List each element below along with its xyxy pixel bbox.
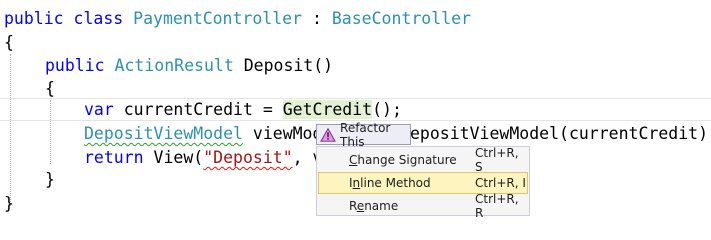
- menu-item-rename[interactable]: Rename Ctrl+R, R: [318, 192, 528, 220]
- constructor-call-partial: epositViewModel(currentCredit);: [410, 124, 711, 143]
- variable-declaration: currentCredit =: [113, 100, 283, 119]
- refactor-this-button[interactable]: Refactor This: [316, 121, 411, 149]
- keyword-public: public: [45, 56, 105, 75]
- code-line-1[interactable]: public class PaymentController : BaseCon…: [4, 7, 711, 30]
- method-call-highlighted[interactable]: GetCredit: [282, 100, 373, 119]
- code-line-4[interactable]: {: [45, 77, 711, 100]
- menu-item-inline-method[interactable]: Inline Method Ctrl+R, I: [318, 172, 528, 194]
- code-line-3[interactable]: public ActionResult Deposit(): [45, 54, 711, 77]
- close-brace: }: [45, 170, 55, 189]
- keyword-public: public: [4, 9, 64, 28]
- menu-item-change-signature[interactable]: Change Signature Ctrl+R, S: [318, 146, 528, 174]
- open-brace: {: [4, 33, 14, 52]
- menu-item-shortcut: Ctrl+R, R: [475, 192, 519, 220]
- keyword-var: var: [84, 100, 114, 119]
- inheritance-separator: :: [302, 9, 332, 28]
- code-line-2[interactable]: {: [4, 31, 711, 54]
- view-call: View(: [143, 148, 204, 167]
- code-line-6-tail: epositViewModel(currentCredit);: [410, 122, 711, 145]
- refactor-this-label: Refactor This: [340, 120, 391, 149]
- view-model-type: DepositViewModel: [84, 124, 243, 143]
- keyword-class: class: [73, 9, 124, 28]
- keyword-return: return: [84, 148, 144, 167]
- indent-guide-inner: [50, 100, 51, 164]
- method-signature: Deposit(): [243, 56, 334, 75]
- menu-item-label: Rename: [349, 199, 399, 213]
- base-class-name: BaseController: [331, 9, 471, 28]
- menu-item-label: Change Signature: [349, 153, 457, 167]
- variable-name-partial: viewMod: [242, 124, 323, 143]
- call-parens: ();: [372, 100, 402, 119]
- class-name: PaymentController: [133, 9, 303, 28]
- code-line-5[interactable]: var currentCredit = GetCredit();: [84, 98, 711, 121]
- menu-item-shortcut: Ctrl+R, I: [475, 176, 526, 190]
- refactor-warning-icon: [320, 127, 336, 142]
- refactor-menu: Change Signature Ctrl+R, S Inline Method…: [316, 146, 530, 220]
- string-literal: "Deposit": [203, 148, 293, 167]
- close-brace: }: [4, 194, 14, 213]
- return-type: ActionResult: [114, 56, 234, 75]
- indent-guide-outer: [10, 54, 11, 206]
- open-brace: {: [45, 79, 55, 98]
- menu-item-shortcut: Ctrl+R, S: [475, 146, 519, 174]
- menu-item-label: Inline Method: [349, 176, 431, 190]
